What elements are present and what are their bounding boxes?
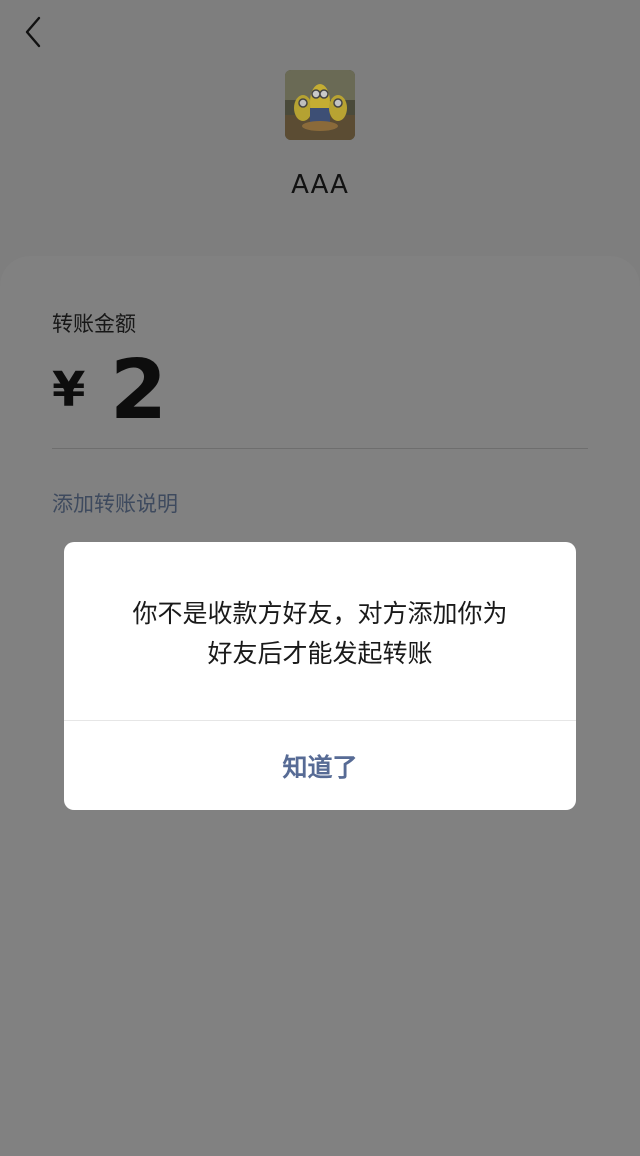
back-button[interactable] [14,14,50,50]
dialog-message-line: 好友后才能发起转账 [207,639,433,668]
dialog-message-line: 你不是收款方好友，对方添加你为 [132,599,508,628]
amount-input[interactable]: 2 [110,350,167,432]
amount-label: 转账金额 [52,312,136,336]
add-transfer-note-link[interactable]: 添加转账说明 [52,488,178,518]
dialog-message: 你不是收款方好友，对方添加你为 好友后才能发起转账 [64,594,576,674]
currency-symbol: ¥ [52,362,86,418]
amount-divider [52,448,588,449]
header-area: AAA [0,0,640,300]
alert-dialog: 你不是收款方好友，对方添加你为 好友后才能发起转账 知道了 [64,542,576,810]
payee-avatar [285,70,355,140]
dialog-confirm-button[interactable]: 知道了 [64,721,576,810]
payee-name: AAA [291,170,349,200]
chevron-left-icon [25,16,41,48]
